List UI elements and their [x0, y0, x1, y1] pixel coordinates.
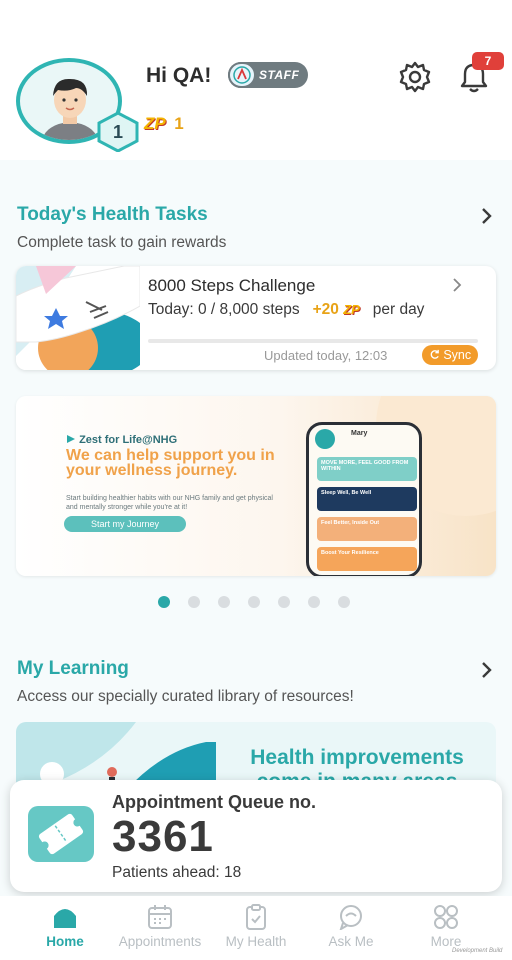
health-tasks-title[interactable]: Today's Health Tasks: [17, 204, 208, 226]
sync-label: Sync: [443, 348, 472, 362]
nav-label: Appointments: [118, 934, 202, 949]
nav-appointments[interactable]: Appointments: [108, 896, 212, 960]
carousel-dot[interactable]: [248, 596, 260, 608]
task-per-day: per day: [372, 301, 425, 318]
bottom-navigation: Home Appointments My Health Ask Me More: [0, 896, 512, 960]
nav-ask-me[interactable]: Ask Me: [299, 896, 403, 960]
ticket-icon: [28, 806, 94, 862]
level-number: 1: [112, 122, 123, 142]
banner-brand-text: Zest for Life@NHG: [79, 434, 178, 446]
nav-label: Ask Me: [328, 934, 374, 949]
chat-icon: [339, 905, 362, 930]
my-learning-subtitle: Access our specially curated library of …: [17, 688, 354, 705]
health-tasks-subtitle: Complete task to gain rewards: [17, 234, 227, 251]
zp-logo: ZP: [144, 114, 166, 133]
my-learning-title[interactable]: My Learning: [17, 658, 129, 680]
chevron-right-icon: [482, 662, 492, 678]
calendar-icon: [148, 905, 172, 929]
banner-body: Start building healthier habits with our…: [66, 495, 273, 511]
task-title: 8000 Steps Challenge: [148, 276, 316, 295]
play-icon: [67, 435, 75, 443]
level-badge: 1: [96, 112, 140, 152]
clipboard-icon: [246, 904, 266, 930]
carousel-dot[interactable]: [188, 596, 200, 608]
phone-mockup: Mary MOVE MORE, FEEL GOOD FROM WITHIN Sl…: [306, 422, 422, 576]
dev-build-label: Development Build: [452, 948, 503, 954]
task-progress-text: Today: 0 / 8,000 steps +20 ZP per day: [148, 300, 488, 320]
sync-button[interactable]: Sync: [422, 345, 478, 365]
start-journey-button[interactable]: Start my Journey: [64, 516, 186, 532]
staff-badge: STAFF: [228, 62, 308, 88]
settings-button[interactable]: [396, 58, 434, 96]
task-progress-bar: [148, 339, 478, 343]
steps-challenge-card[interactable]: 8000 Steps Challenge Today: 0 / 8,000 st…: [16, 266, 496, 370]
my-learning-chevron[interactable]: [478, 660, 496, 680]
queue-label: Appointment Queue no.: [112, 792, 316, 812]
banner-brand: Zest for Life@NHG: [66, 434, 177, 446]
chevron-right-icon: [482, 208, 492, 224]
profile-avatar[interactable]: 1: [16, 56, 139, 152]
chevron-right-icon: [453, 278, 462, 292]
app-screen: 1 Hi QA! STAFF ZP 1 7 Today's Health Tas…: [0, 0, 512, 960]
appointment-queue-card[interactable]: Appointment Queue no. 3361 Patients ahea…: [10, 780, 502, 892]
grid-icon: [434, 905, 458, 929]
phone-chip: Sleep Well, Be Well: [317, 487, 417, 511]
carousel-dot[interactable]: [278, 596, 290, 608]
carousel-dot[interactable]: [308, 596, 320, 608]
carousel-dot[interactable]: [158, 596, 170, 608]
phone-user-name: Mary: [351, 430, 368, 437]
nav-label: Home: [46, 934, 84, 949]
home-icon: [54, 909, 76, 928]
nav-home[interactable]: Home: [13, 896, 117, 960]
phone-chip: MOVE MORE, FEEL GOOD FROM WITHIN: [317, 457, 417, 481]
carousel-dot[interactable]: [338, 596, 350, 608]
patients-ahead: Patients ahead: 18: [112, 864, 242, 881]
staff-label: STAFF: [259, 68, 300, 82]
nav-my-health[interactable]: My Health: [204, 896, 308, 960]
zp-count: 1: [174, 114, 184, 133]
phone-avatar: [315, 429, 335, 449]
sync-icon: [430, 349, 439, 359]
carousel-indicator[interactable]: [158, 596, 358, 608]
task-steps: Today: 0 / 8,000 steps: [148, 301, 300, 318]
carousel-dot[interactable]: [218, 596, 230, 608]
task-chevron[interactable]: [450, 276, 464, 294]
task-updated-time: Updated today, 12:03: [264, 348, 388, 363]
staff-logo-icon: [228, 62, 256, 88]
phone-chip: Feel Better, Inside Out: [317, 517, 417, 541]
queue-number: 3361: [112, 812, 214, 861]
task-reward: +20: [312, 301, 339, 318]
task-reward-unit: ZP: [343, 302, 360, 317]
promo-banner[interactable]: Zest for Life@NHG We can help support yo…: [16, 396, 496, 576]
phone-chip: Boost Your Resilience: [317, 547, 417, 571]
sneaker-illustration: [16, 266, 140, 370]
gear-icon: [399, 61, 431, 93]
nav-label: More: [430, 934, 462, 949]
zp-points[interactable]: ZP 1: [144, 114, 184, 136]
health-tasks-chevron[interactable]: [478, 206, 496, 226]
nav-label: My Health: [225, 934, 287, 949]
greeting-text: Hi QA!: [146, 64, 212, 87]
banner-headline: We can help support you in your wellness…: [66, 447, 275, 479]
notification-count-badge: 7: [472, 52, 504, 70]
